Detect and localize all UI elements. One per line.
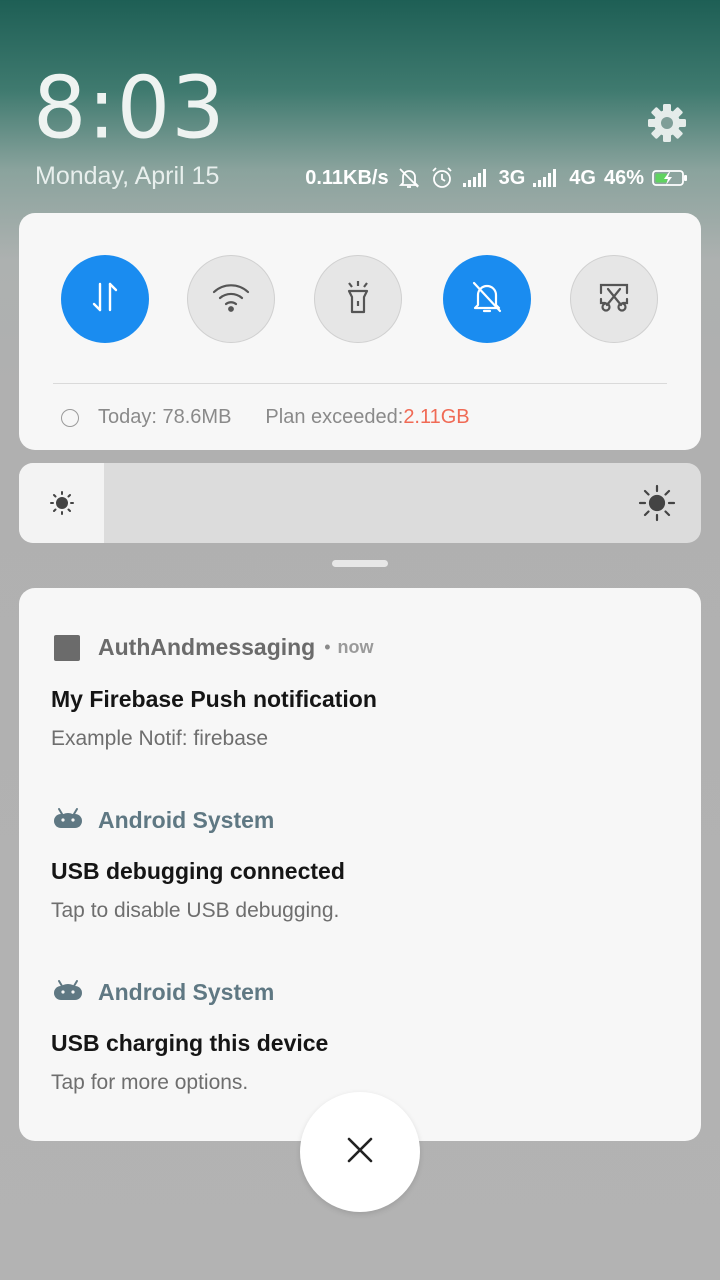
brightness-slider[interactable] — [19, 463, 701, 543]
notification-time: now — [337, 637, 374, 657]
notification-text[interactable]: Tap to disable USB debugging. — [51, 899, 339, 923]
app-icon — [54, 634, 80, 661]
bell-off-icon — [470, 279, 504, 320]
android-icon — [52, 806, 84, 835]
clear-all-button[interactable] — [300, 1092, 420, 1212]
drag-handle[interactable] — [332, 560, 388, 567]
screenshot-toggle[interactable] — [570, 255, 658, 343]
plan-label: Plan exceeded: — [265, 406, 404, 428]
wifi-toggle[interactable] — [187, 255, 275, 343]
net-speed: 0.11KB/s — [305, 166, 389, 189]
notification-title[interactable]: USB debugging connected — [51, 858, 345, 885]
separator-dot: • — [324, 637, 331, 657]
brightness-high-icon — [638, 484, 676, 527]
battery-percent: 46% — [603, 166, 644, 189]
notification-header[interactable]: Android System — [52, 978, 274, 1007]
usage-today: Today: 78.6MB — [98, 406, 232, 428]
status-bar: 0.11KB/s 3G 4G 46% — [305, 163, 688, 193]
flashlight-toggle[interactable] — [314, 255, 402, 343]
app-name: Android System — [98, 979, 275, 1005]
notification-text[interactable]: Example Notif: firebase — [51, 727, 268, 751]
notification-title[interactable]: USB charging this device — [51, 1030, 328, 1057]
usage-circle-icon — [61, 408, 79, 427]
signal-icon — [462, 169, 491, 187]
scissors-icon — [596, 279, 632, 320]
plan-value: 2.11GB — [403, 406, 470, 428]
gear-icon[interactable] — [645, 101, 689, 145]
flashlight-icon — [343, 279, 373, 320]
date-label[interactable]: Monday, April 15 — [35, 162, 219, 191]
quick-settings-panel: Today: 78.6MB Plan exceeded: 2.11GB — [19, 213, 701, 450]
notification-panel: AuthAndmessaging • now My Firebase Push … — [19, 588, 701, 1141]
close-icon — [346, 1136, 374, 1169]
silent-toggle[interactable] — [443, 255, 531, 343]
app-name: AuthAndmessaging — [98, 634, 316, 660]
network-type-2: 4G — [569, 166, 596, 189]
notification-title[interactable]: My Firebase Push notification — [51, 686, 377, 713]
clock-time[interactable]: 8:03 — [33, 59, 226, 157]
mobile-data-toggle[interactable] — [61, 255, 149, 343]
signal-icon — [533, 169, 561, 187]
app-name: Android System — [98, 807, 275, 833]
battery-charging-icon — [652, 169, 688, 187]
data-arrows-icon — [90, 280, 120, 319]
data-usage-row[interactable]: Today: 78.6MB Plan exceeded: 2.11GB — [61, 406, 470, 429]
notification-header[interactable]: AuthAndmessaging • now — [52, 634, 374, 661]
brightness-low-icon — [48, 489, 76, 522]
notification-text[interactable]: Tap for more options. — [51, 1071, 248, 1095]
notification-header[interactable]: Android System — [52, 806, 274, 835]
android-icon — [52, 978, 84, 1007]
alarm-icon — [429, 165, 455, 191]
bell-off-icon — [397, 166, 421, 190]
wifi-icon — [211, 282, 251, 317]
network-type-1: 3G — [498, 166, 526, 189]
divider — [53, 383, 667, 384]
